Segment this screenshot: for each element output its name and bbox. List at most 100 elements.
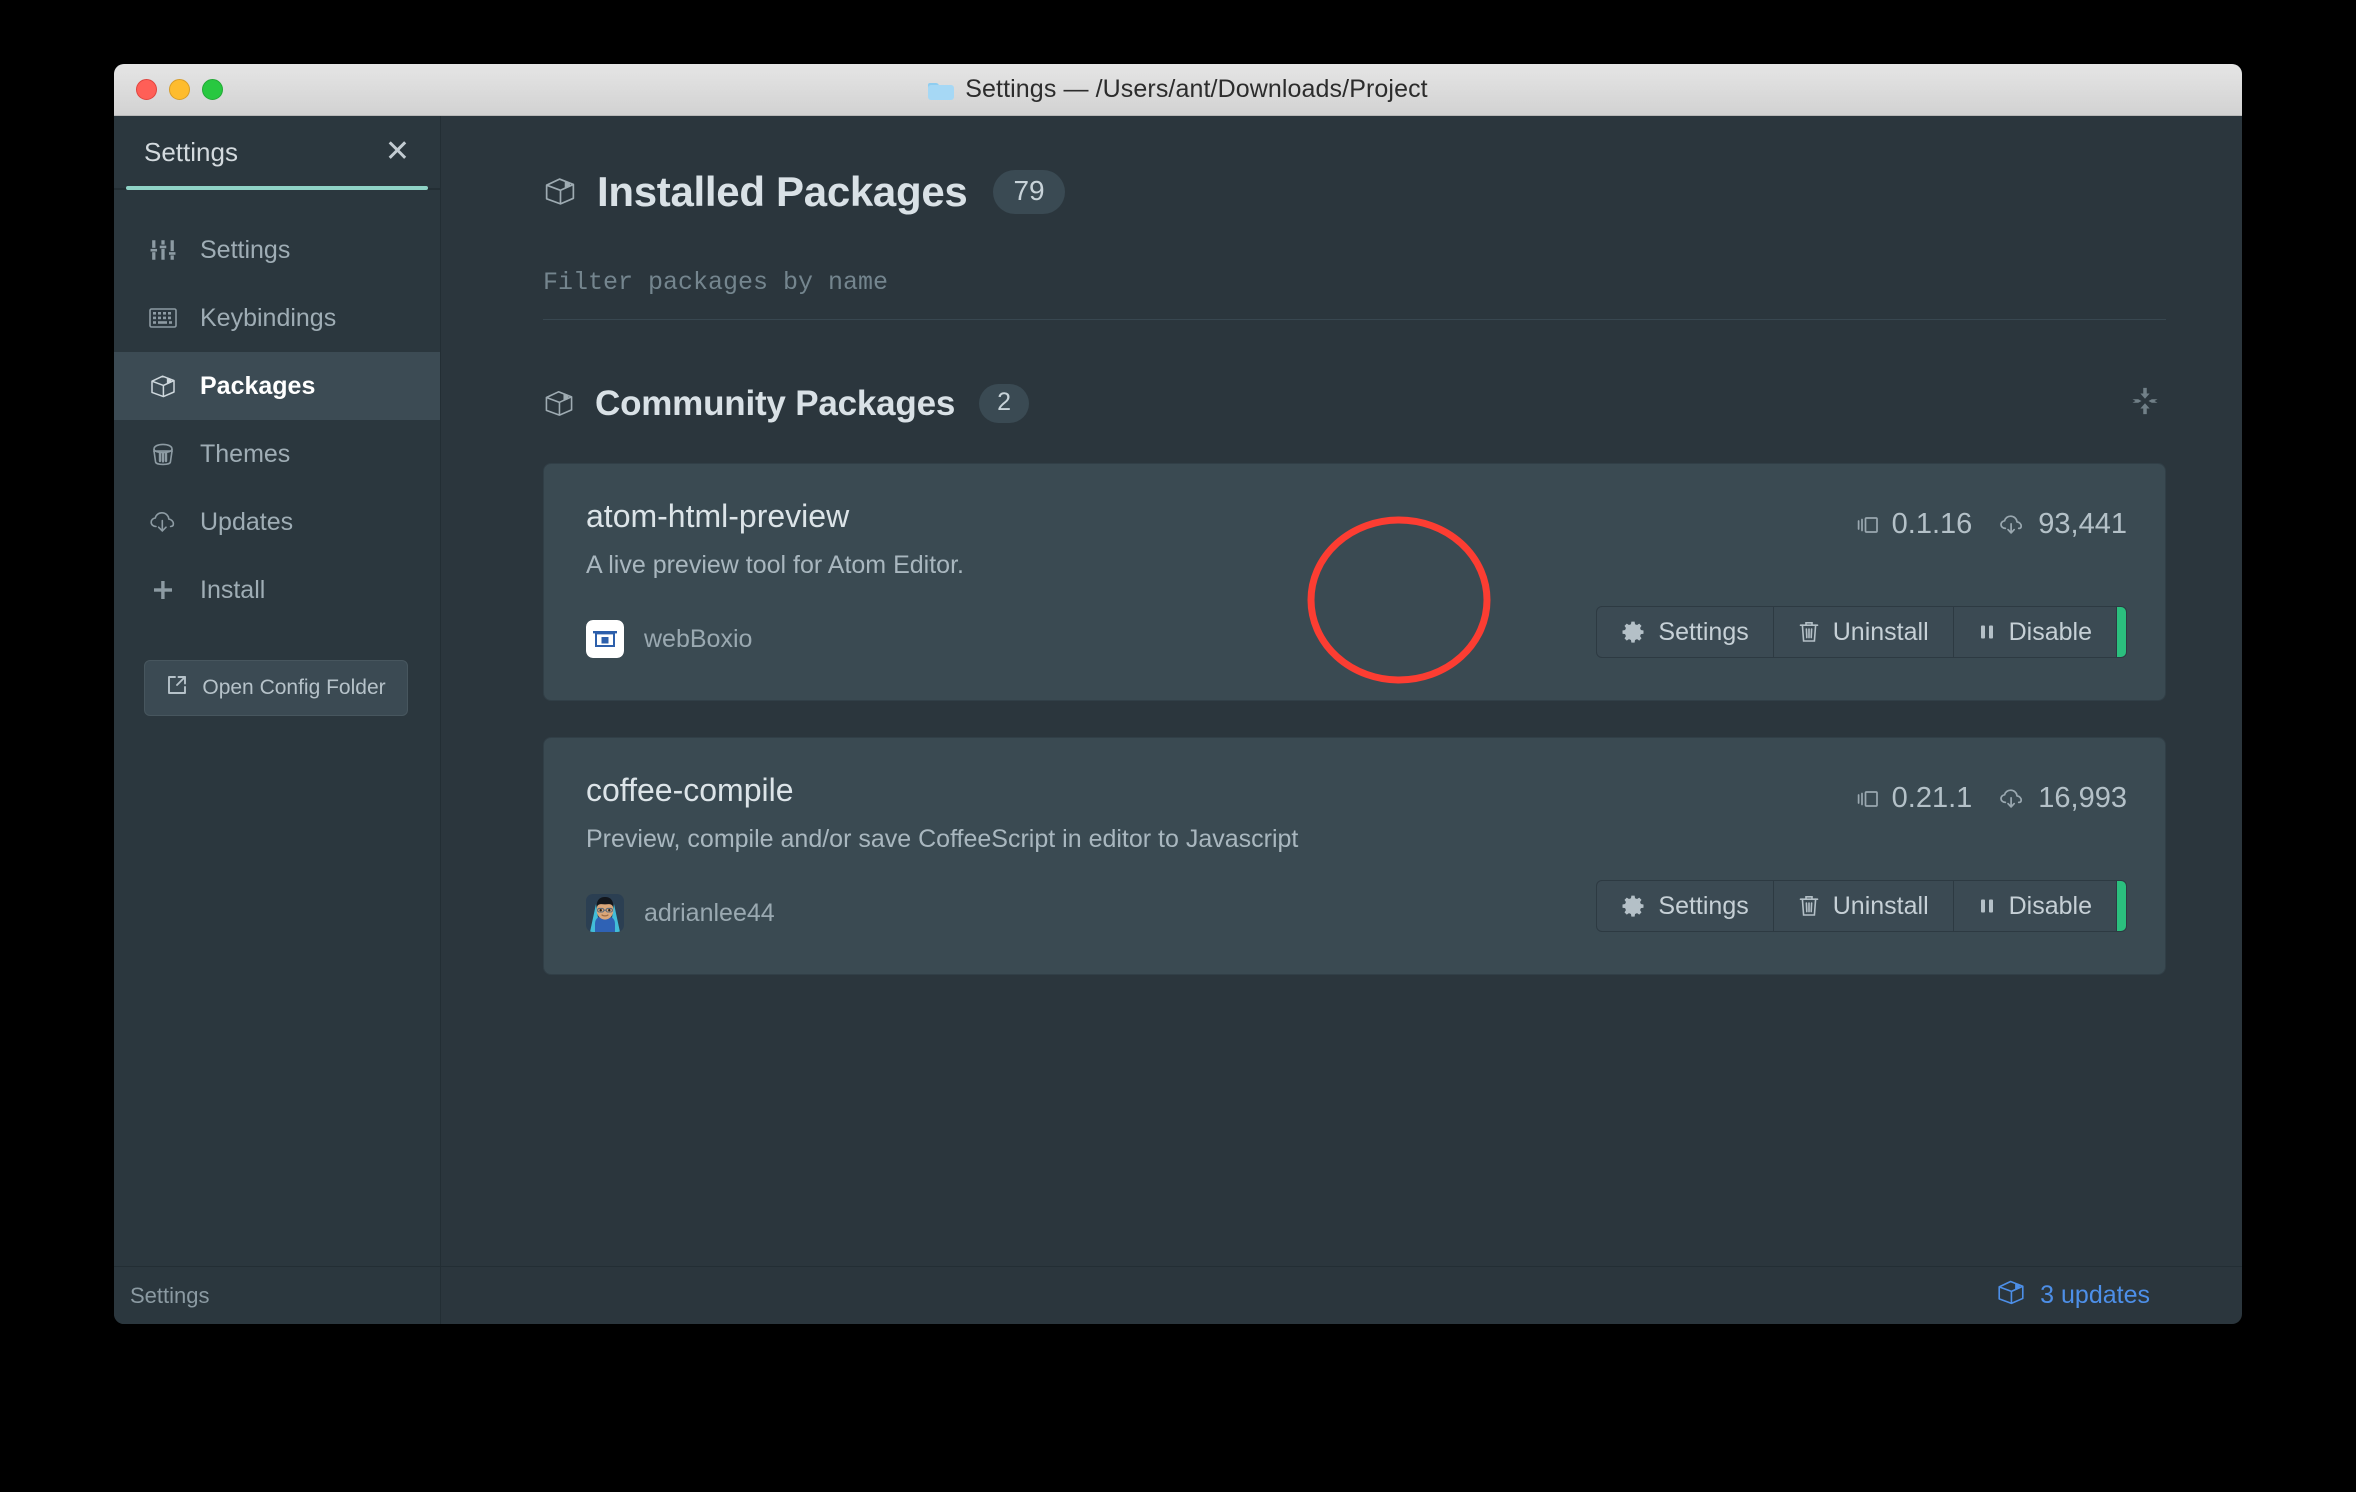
uninstall-button[interactable]: Uninstall <box>1773 880 1954 932</box>
settings-window: Settings — /Users/ant/Downloads/Project … <box>114 64 2242 1324</box>
sidebar-item-packages[interactable]: Packages <box>114 352 440 420</box>
sidebar-item-themes[interactable]: Themes <box>114 420 440 488</box>
disable-button[interactable]: Disable <box>1953 880 2117 932</box>
cloud-download-icon <box>1998 513 2026 537</box>
sidebar-item-label: Settings <box>200 235 291 264</box>
cloud-down-icon <box>146 507 180 537</box>
tab-bar: Settings ✕ <box>114 116 440 190</box>
package-description: Preview, compile and/or save CoffeeScrip… <box>586 825 1299 853</box>
cloud-download-icon <box>1998 787 2026 811</box>
sidebar-nav: Settings Keybindings Packages Themes Upd… <box>114 190 440 624</box>
pause-icon <box>1978 895 1996 917</box>
status-left-label: Settings <box>130 1282 210 1308</box>
window-titlebar: Settings — /Users/ant/Downloads/Project <box>114 64 2242 116</box>
external-link-icon <box>166 674 188 702</box>
sidebar-item-settings[interactable]: Settings <box>114 216 440 284</box>
settings-button-label: Settings <box>1658 617 1749 646</box>
updates-label: 3 updates <box>2040 1281 2150 1309</box>
sidebar-item-label: Install <box>200 575 266 604</box>
collapse-icon[interactable] <box>2124 380 2166 427</box>
version-value: 0.21.1 <box>1891 782 1973 814</box>
close-window-button[interactable] <box>136 79 157 100</box>
package-author: adrianlee44 <box>586 894 1596 932</box>
community-count-badge: 2 <box>979 384 1030 423</box>
trash-icon <box>1798 620 1820 644</box>
window-title-group: Settings — /Users/ant/Downloads/Project <box>114 64 2242 115</box>
sliders-icon <box>146 235 180 265</box>
settings-button[interactable]: Settings <box>1596 606 1774 658</box>
zoom-window-button[interactable] <box>202 79 223 100</box>
package-description: A live preview tool for Atom Editor. <box>586 551 964 579</box>
open-config-folder-label: Open Config Folder <box>202 676 386 699</box>
sidebar-item-keybindings[interactable]: Keybindings <box>114 284 440 352</box>
package-icon <box>543 175 577 209</box>
version-stat: 0.1.16 <box>1856 508 1973 541</box>
status-bar-left: Settings <box>114 1266 440 1324</box>
config-button-wrap: Open Config Folder <box>114 624 440 716</box>
traffic-lights <box>136 79 223 100</box>
package-name[interactable]: atom-html-preview <box>586 498 1856 535</box>
disable-button[interactable]: Disable <box>1953 606 2117 658</box>
version-stat: 0.21.1 <box>1856 782 1973 815</box>
folder-icon <box>928 80 955 100</box>
package-action-buttons: Settings Uninstall Disable <box>1596 880 2127 932</box>
updates-link[interactable]: 3 updates <box>1996 1278 2150 1313</box>
sidebar-item-label: Themes <box>200 439 291 468</box>
page-heading: Installed Packages 79 <box>543 168 2166 216</box>
downloads-stat: 93,441 <box>1998 508 2127 541</box>
sidebar-item-label: Keybindings <box>200 303 337 332</box>
package-icon <box>543 388 575 420</box>
gear-icon <box>1621 894 1645 918</box>
package-info: coffee-compile Preview, compile and/or s… <box>586 772 1856 854</box>
gear-icon <box>1621 620 1645 644</box>
package-icon <box>146 371 180 401</box>
sidebar: Settings ✕ Settings Keybindings Packages… <box>114 116 441 1324</box>
community-packages-heading: Community Packages 2 <box>543 380 2166 427</box>
trash-icon <box>1798 894 1820 918</box>
sidebar-item-updates[interactable]: Updates <box>114 488 440 556</box>
sidebar-item-label: Updates <box>200 507 294 536</box>
package-card-top: atom-html-preview A live preview tool fo… <box>586 498 2127 580</box>
avatar <box>586 894 624 932</box>
window-body: Settings ✕ Settings Keybindings Packages… <box>114 116 2242 1324</box>
versions-icon <box>1856 788 1880 810</box>
package-enabled-indicator <box>2117 880 2127 932</box>
tab-settings[interactable]: Settings <box>144 137 381 168</box>
open-config-folder-button[interactable]: Open Config Folder <box>144 660 408 716</box>
downloads-value: 93,441 <box>2038 508 2127 540</box>
package-stats: 0.1.16 93,441 <box>1856 498 2127 541</box>
packages-content: Installed Packages 79 Filter packages by… <box>441 116 2242 1266</box>
version-value: 0.1.16 <box>1891 508 1973 540</box>
package-stats: 0.21.1 16,993 <box>1856 772 2127 815</box>
author-name[interactable]: webBoxio <box>644 625 752 654</box>
filter-packages-input[interactable] <box>543 268 2166 297</box>
disable-button-label: Disable <box>2008 891 2092 920</box>
main-pane: Installed Packages 79 Filter packages by… <box>441 116 2242 1324</box>
downloads-value: 16,993 <box>2038 782 2127 814</box>
keyboard-icon <box>146 303 180 333</box>
avatar <box>586 620 624 658</box>
package-name[interactable]: coffee-compile <box>586 772 1856 809</box>
sidebar-item-label: Packages <box>200 371 316 400</box>
package-info: atom-html-preview A live preview tool fo… <box>586 498 1856 580</box>
sidebar-item-install[interactable]: Install <box>114 556 440 624</box>
settings-button-label: Settings <box>1658 891 1749 920</box>
package-card-top: coffee-compile Preview, compile and/or s… <box>586 772 2127 854</box>
downloads-stat: 16,993 <box>1998 782 2127 815</box>
settings-button[interactable]: Settings <box>1596 880 1774 932</box>
page-title: Installed Packages <box>597 168 968 215</box>
plus-icon <box>146 575 180 605</box>
package-card-bottom: webBoxio Settings Uninstall Disable <box>586 606 2127 658</box>
package-enabled-indicator <box>2117 606 2127 658</box>
window-title: Settings — /Users/ant/Downloads/Project <box>965 75 1428 103</box>
uninstall-button[interactable]: Uninstall <box>1773 606 1954 658</box>
status-bar-right: 3 updates <box>441 1266 2242 1324</box>
uninstall-button-label: Uninstall <box>1832 617 1929 646</box>
versions-icon <box>1856 514 1880 536</box>
author-name[interactable]: adrianlee44 <box>644 899 775 928</box>
installed-count-badge: 79 <box>993 170 1065 214</box>
close-icon[interactable]: ✕ <box>381 137 414 167</box>
pause-icon <box>1978 621 1996 643</box>
minimize-window-button[interactable] <box>169 79 190 100</box>
